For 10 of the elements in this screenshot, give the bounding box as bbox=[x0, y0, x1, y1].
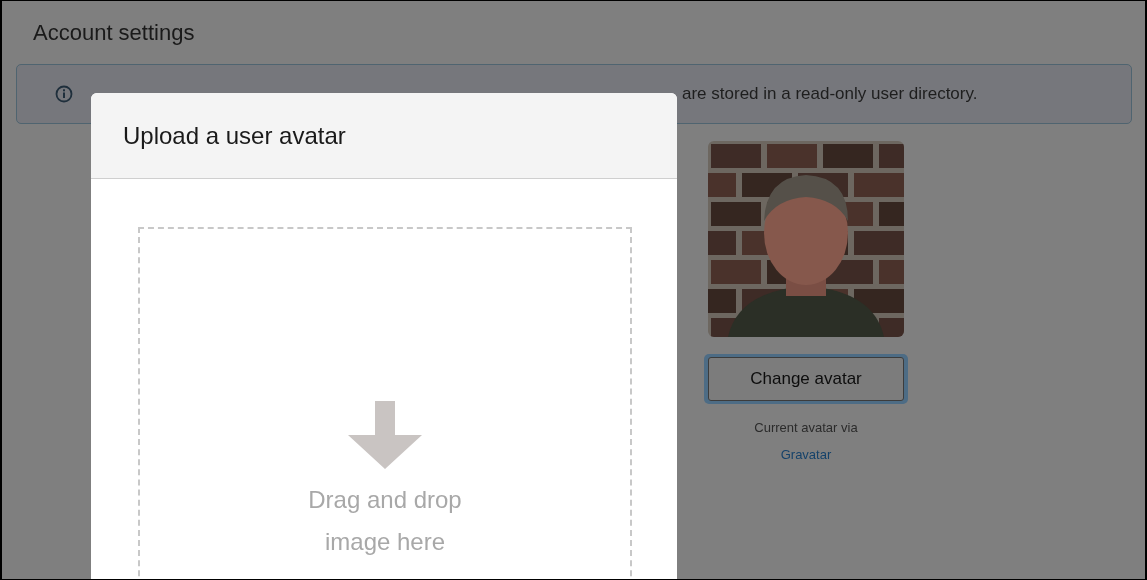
notice-text: are stored in a read-only user directory. bbox=[682, 84, 978, 104]
info-icon bbox=[55, 85, 73, 103]
drop-instructions: Drag and drop image here bbox=[307, 485, 463, 557]
avatar-caption: Current avatar via bbox=[754, 420, 858, 435]
down-arrow-icon bbox=[348, 401, 422, 469]
change-avatar-button[interactable]: Change avatar bbox=[708, 357, 904, 401]
gravatar-link[interactable]: Gravatar bbox=[780, 447, 832, 462]
dialog-title: Upload a user avatar bbox=[123, 121, 346, 150]
drop-zone[interactable]: Drag and drop image here bbox=[138, 227, 632, 579]
page-title: Account settings bbox=[33, 19, 196, 47]
